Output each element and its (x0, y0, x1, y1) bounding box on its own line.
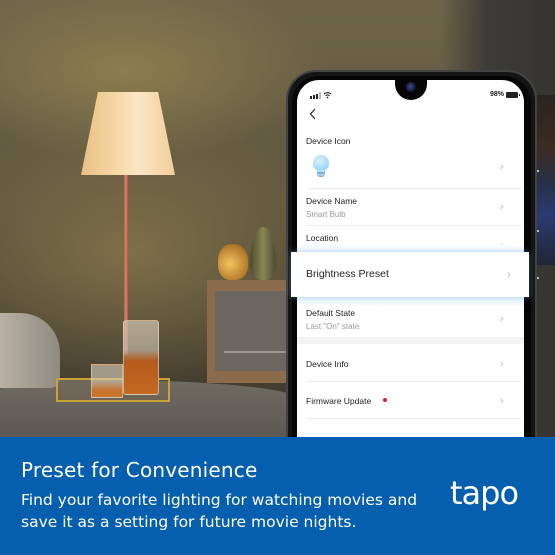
section-gap (297, 337, 524, 344)
banner-title: Preset for Convenience (21, 458, 258, 482)
row-label: Location (306, 233, 339, 243)
battery-icon (506, 92, 520, 98)
row-label: Default State (306, 308, 356, 318)
chevron-right-icon: › (500, 161, 504, 173)
chevron-right-icon: › (500, 201, 504, 213)
phone-side-button (537, 170, 539, 172)
update-badge (383, 398, 387, 402)
row-label: Device Name (306, 196, 358, 206)
chevron-right-icon: › (500, 395, 504, 407)
divider (307, 418, 521, 419)
chevron-right-icon: › (500, 358, 504, 370)
row-value: Smart Bulb (306, 210, 346, 219)
chevron-right-icon: › (500, 313, 504, 325)
phone-side-button (537, 230, 539, 232)
pillow (0, 313, 60, 388)
wifi-icon (323, 92, 332, 99)
battery-percent: 98% (489, 91, 504, 98)
row-label: Brightness Preset (306, 268, 389, 280)
divider (307, 188, 521, 189)
green-vase (250, 227, 276, 280)
row-label: Device Info (306, 359, 349, 369)
status-bar: 98% (310, 91, 520, 101)
gold-vase (218, 244, 248, 280)
cabinet-handle (224, 351, 294, 353)
cabinet-drawer (215, 291, 297, 371)
back-button[interactable] (309, 108, 321, 122)
cellular-signal-icon (310, 92, 321, 99)
row-value: Last "On" state (306, 322, 360, 331)
chevron-left-icon (309, 108, 316, 120)
phone-side-button (537, 277, 539, 279)
row-label: Device Icon (306, 136, 351, 146)
tapo-logo: tapo (450, 474, 519, 512)
chevron-right-icon: › (507, 267, 511, 281)
divider (307, 381, 521, 382)
whiskey-glass (91, 364, 123, 398)
banner-description: Find your favorite lighting for watching… (21, 491, 418, 531)
row-label: Firmware Update (306, 396, 372, 406)
divider (307, 225, 521, 226)
decanter (123, 320, 159, 395)
lamp-shade (81, 92, 175, 175)
light-bulb-icon (313, 155, 329, 179)
